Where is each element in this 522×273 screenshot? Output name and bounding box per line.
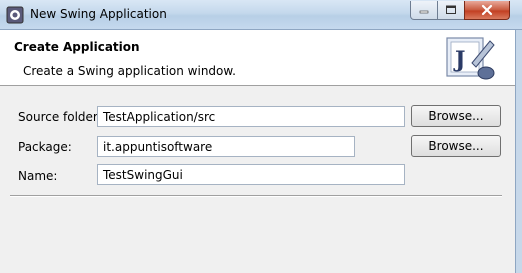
close-icon	[481, 4, 493, 16]
window-right-frame	[515, 30, 522, 273]
source-folder-input[interactable]: TestApplication/src	[97, 106, 405, 127]
title-bar[interactable]: New Swing Application	[0, 0, 522, 30]
package-input[interactable]: it.appuntisoftware	[97, 136, 355, 157]
wizard-banner: Create Application Create a Swing applic…	[0, 30, 522, 86]
new-swing-application-dialog: New Swing Application Create Application…	[0, 0, 522, 273]
minimize-button[interactable]	[410, 1, 438, 20]
eclipse-app-icon	[6, 6, 24, 24]
package-browse-button[interactable]: Browse...	[411, 135, 501, 157]
name-input[interactable]: TestSwingGui	[97, 164, 405, 185]
source-folder-label: Source folder:	[18, 110, 102, 124]
minimize-icon	[419, 10, 429, 14]
window-title: New Swing Application	[30, 7, 167, 21]
close-button[interactable]	[464, 1, 510, 20]
java-swing-wizard-icon: J	[446, 37, 495, 80]
maximize-button[interactable]	[437, 1, 465, 20]
maximize-icon	[446, 5, 456, 14]
banner-description: Create a Swing application window.	[23, 64, 236, 78]
source-folder-browse-button[interactable]: Browse...	[411, 105, 501, 127]
banner-title: Create Application	[14, 40, 140, 54]
separator	[10, 195, 502, 197]
name-label: Name:	[18, 169, 58, 183]
package-label: Package:	[18, 140, 72, 154]
svg-text:J: J	[453, 47, 465, 73]
